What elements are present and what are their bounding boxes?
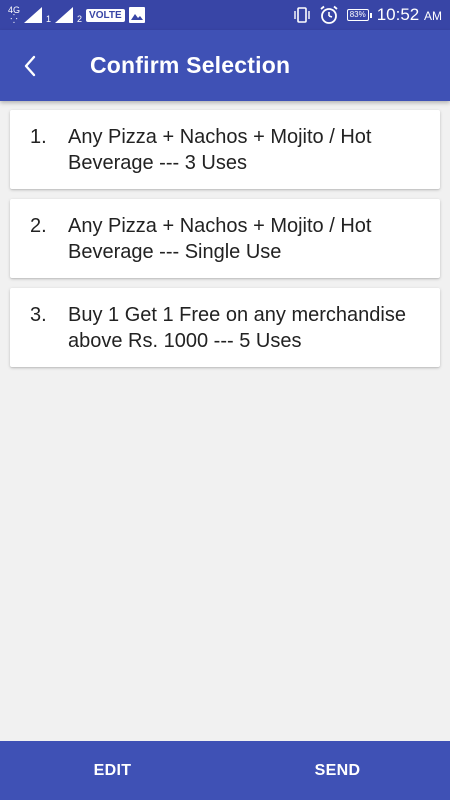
- sim2-label: 2: [77, 14, 83, 24]
- image-icon: [128, 7, 145, 23]
- app-bar: Confirm Selection: [0, 30, 450, 101]
- chevron-left-icon: [24, 55, 36, 76]
- battery-icon: 83%: [346, 9, 372, 21]
- vibrate-icon: [294, 7, 310, 23]
- status-bar: 4G ⁛ 1 2 VOLTE 83% 10:52 AM: [0, 0, 450, 30]
- back-button[interactable]: [0, 30, 60, 101]
- list-item-number: 3.: [30, 304, 47, 326]
- list-item-text: Any Pizza + Nachos + Mojito / Hot Bevera…: [68, 126, 372, 174]
- selection-list: 1. Any Pizza + Nachos + Mojito / Hot Bev…: [10, 110, 440, 377]
- alarm-icon: [320, 5, 338, 24]
- list-item-number: 1.: [30, 126, 47, 148]
- page-title: Confirm Selection: [90, 52, 291, 78]
- list-item[interactable]: 3. Buy 1 Get 1 Free on any merchandise a…: [10, 288, 440, 367]
- clock-time: 10:52: [376, 5, 420, 24]
- clock: 10:52 AM: [377, 5, 442, 25]
- list-item-text: Buy 1 Get 1 Free on any merchandise abov…: [68, 304, 406, 352]
- network-dots: ⁛: [10, 14, 18, 24]
- list-item-number: 2.: [30, 215, 47, 237]
- signal-icon: [24, 7, 43, 23]
- network-indicator: 4G ⁛: [8, 6, 20, 24]
- signal-icon-2: [55, 7, 74, 23]
- list-item-text: Any Pizza + Nachos + Mojito / Hot Bevera…: [68, 215, 372, 263]
- send-button[interactable]: SEND: [225, 741, 450, 800]
- edit-button[interactable]: EDIT: [0, 741, 225, 800]
- list-item[interactable]: 2. Any Pizza + Nachos + Mojito / Hot Bev…: [10, 199, 440, 278]
- sim1-label: 1: [46, 14, 52, 24]
- volte-badge: VOLTE: [86, 8, 125, 22]
- list-item[interactable]: 1. Any Pizza + Nachos + Mojito / Hot Bev…: [10, 110, 440, 189]
- bottom-action-bar: EDIT SEND: [0, 741, 450, 800]
- clock-ampm: AM: [424, 9, 442, 23]
